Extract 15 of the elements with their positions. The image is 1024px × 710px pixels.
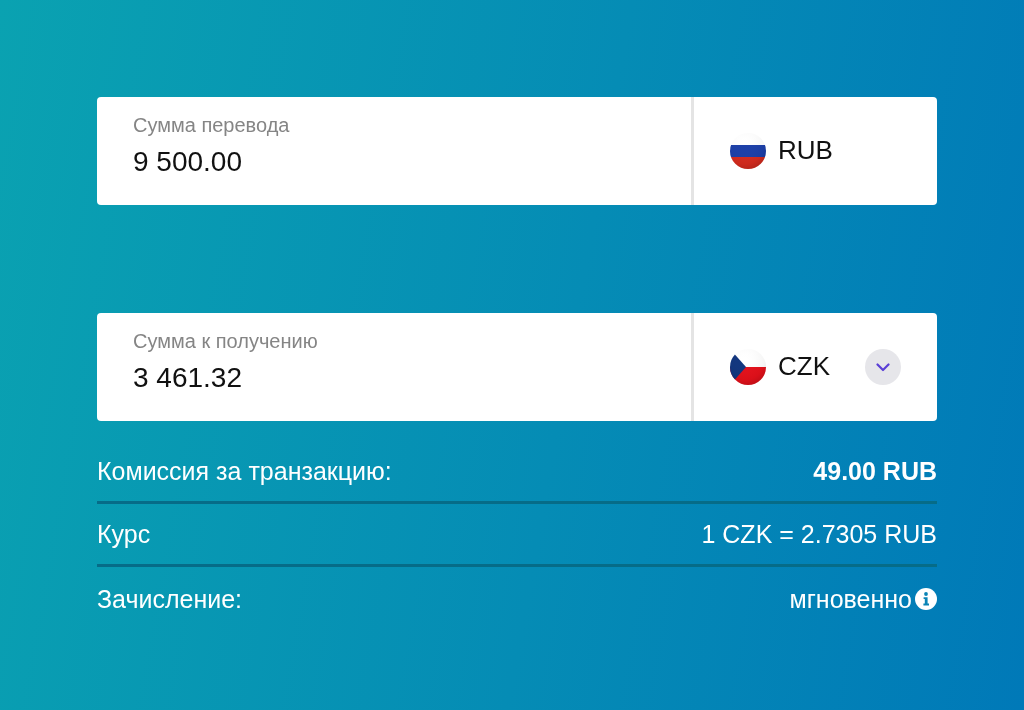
- info-icon[interactable]: [915, 587, 937, 610]
- detail-label: Комиссия за транзакцию:: [97, 456, 392, 486]
- dropdown-button[interactable]: [865, 349, 901, 385]
- currency-code: CZK: [778, 351, 830, 383]
- amount-input[interactable]: 9 500.00: [133, 145, 655, 179]
- amount-input[interactable]: 3 461.32: [133, 361, 655, 395]
- currency-code: RUB: [778, 135, 833, 167]
- chevron-icon: [876, 362, 890, 372]
- detail-value: мгновенно: [789, 583, 912, 614]
- field-label: Сумма к получению: [133, 329, 318, 353]
- detail-value: 1 CZK = 2.7305 RUB: [701, 519, 937, 549]
- detail-label: Зачисление:: [97, 583, 243, 614]
- field-label: Сумма перевода: [133, 113, 290, 137]
- detail-label: Курс: [97, 519, 151, 549]
- detail-value: 49.00 RUB: [813, 456, 937, 486]
